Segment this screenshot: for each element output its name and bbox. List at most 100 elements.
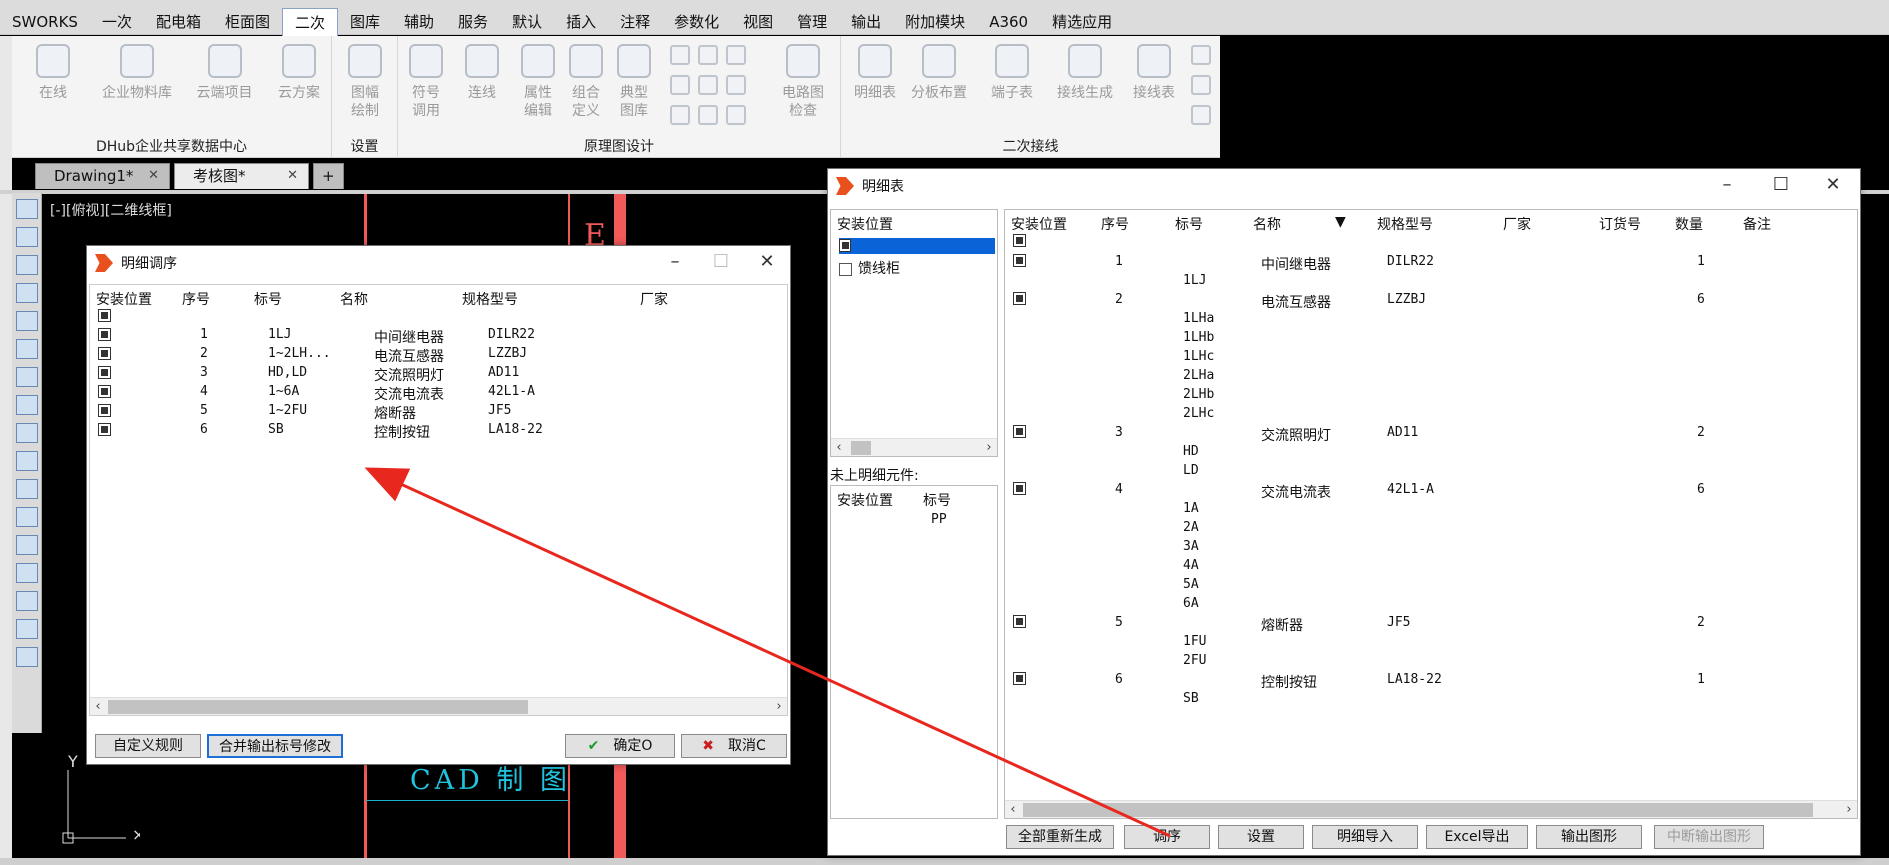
panel-layout-button[interactable]: 分板布置 [903, 44, 975, 102]
tool-icon[interactable] [15, 563, 38, 583]
menu-item-17[interactable]: 精选应用 [1040, 8, 1124, 36]
tool-icon[interactable] [1191, 75, 1211, 95]
circuit-check-button[interactable]: 电路图 检查 [770, 44, 836, 120]
tool-icon[interactable] [15, 227, 38, 247]
tool-icon[interactable] [15, 647, 38, 667]
horizontal-scrollbar[interactable]: ‹ › [90, 697, 787, 715]
minimize-button[interactable]: – [1704, 169, 1750, 201]
order-col-header[interactable]: 厂家 [640, 289, 668, 309]
table-row[interactable]: 1 中间继电器 DILR22 1 1LJ [1005, 254, 1855, 292]
detail-col-header[interactable]: 数量 [1675, 214, 1703, 234]
table-row[interactable]: 6 控制按钮 LA18-22 1 SB [1005, 672, 1855, 710]
detail-col-header[interactable]: 序号 [1101, 214, 1129, 234]
menu-item-16[interactable]: A360 [977, 8, 1040, 36]
scroll-left-icon[interactable]: ‹ [1005, 801, 1021, 819]
horizontal-scrollbar[interactable]: ‹ › [831, 438, 997, 456]
table-row[interactable]: 3 交流照明灯 AD11 2 HD LD [1005, 425, 1855, 482]
merge-output-button[interactable]: 合并输出标号修改 [207, 734, 343, 758]
menu-item-11[interactable]: 参数化 [662, 8, 731, 36]
menu-item-10[interactable]: 注释 [608, 8, 662, 36]
tool-icon[interactable] [698, 75, 718, 95]
detail-col-header[interactable]: 订货号 [1599, 214, 1641, 234]
detail-action-button-1[interactable]: 调序 [1124, 825, 1210, 849]
cloud-scheme-button[interactable]: 云方案 [264, 44, 334, 102]
order-col-header[interactable]: 安装位置 [96, 289, 152, 309]
new-tab-button[interactable]: + [313, 163, 344, 189]
tool-icon[interactable] [15, 311, 38, 331]
wiring-generate-button[interactable]: 接线生成 [1049, 44, 1121, 102]
tool-icon[interactable] [15, 283, 38, 303]
frame-draw-button[interactable]: 图幅 绘制 [332, 44, 398, 120]
scroll-right-icon[interactable]: › [771, 698, 787, 716]
tool-icon[interactable] [698, 45, 718, 65]
tool-icon[interactable] [726, 105, 746, 125]
scroll-left-icon[interactable]: ‹ [90, 698, 106, 716]
tool-icon[interactable] [15, 255, 38, 275]
tool-icon[interactable] [15, 339, 38, 359]
detail-action-button-0[interactable]: 全部重新生成 [1006, 825, 1114, 849]
scroll-thumb[interactable] [1023, 803, 1813, 817]
scroll-thumb[interactable] [108, 700, 528, 714]
table-row[interactable]: 1 1LJ 中间继电器 DILR22 [90, 327, 780, 346]
cloud-project-button[interactable]: 云端项目 [182, 44, 267, 102]
tab-exam-drawing[interactable]: 考核图* ✕ [174, 163, 309, 189]
horizontal-scrollbar[interactable]: ‹ › [1005, 800, 1857, 818]
sort-descending-icon[interactable]: ▼ [1335, 214, 1346, 230]
scroll-right-icon[interactable]: › [1841, 801, 1857, 819]
order-col-header[interactable]: 标号 [254, 289, 282, 309]
tree-item-feeder[interactable]: 馈线柜 [839, 258, 900, 278]
detail-action-button-5[interactable]: 输出图形 [1536, 825, 1642, 849]
menu-item-15[interactable]: 附加模块 [893, 8, 977, 36]
menu-item-7[interactable]: 服务 [446, 8, 500, 36]
table-row[interactable]: 5 1~2FU 熔断器 JF5 [90, 403, 780, 422]
menu-item-12[interactable]: 视图 [731, 8, 785, 36]
tool-icon[interactable] [15, 451, 38, 471]
tool-icon[interactable] [15, 423, 38, 443]
tool-icon[interactable] [1191, 45, 1211, 65]
tool-icon[interactable] [698, 105, 718, 125]
tool-icon[interactable] [15, 479, 38, 499]
detail-action-button-3[interactable]: 明细导入 [1312, 825, 1418, 849]
detail-col-header[interactable]: 标号 [1175, 214, 1203, 234]
tool-icon[interactable] [670, 105, 690, 125]
checkbox[interactable] [839, 263, 852, 276]
online-button[interactable]: 在线 [18, 44, 88, 102]
close-button[interactable]: ✕ [1810, 169, 1856, 201]
table-row[interactable]: 2 1~2LH... 电流互感器 LZZBJ [90, 346, 780, 365]
detail-col-header[interactable]: 规格型号 [1377, 214, 1433, 234]
table-row[interactable]: 4 1~6A 交流电流表 42L1-A [90, 384, 780, 403]
menu-item-13[interactable]: 管理 [785, 8, 839, 36]
detail-action-button-4[interactable]: Excel导出 [1426, 825, 1528, 849]
tool-icon[interactable] [15, 507, 38, 527]
menu-item-1[interactable]: 一次 [90, 8, 144, 36]
menu-item-9[interactable]: 插入 [554, 8, 608, 36]
close-icon[interactable]: ✕ [287, 164, 298, 188]
detail-table-button[interactable]: 明细表 [845, 44, 905, 102]
order-col-header[interactable]: 序号 [182, 289, 210, 309]
menu-item-0[interactable]: SWORKS [0, 8, 90, 36]
tool-icon[interactable] [15, 591, 38, 611]
custom-rule-button[interactable]: 自定义规则 [95, 734, 201, 758]
cancel-button[interactable]: ✖ 取消C [681, 734, 787, 758]
menu-item-8[interactable]: 默认 [500, 8, 554, 36]
close-button[interactable]: ✕ [744, 246, 790, 278]
menu-item-5[interactable]: 图库 [338, 8, 392, 36]
maximize-button[interactable]: ☐ [1758, 169, 1804, 201]
ok-button[interactable]: ✔ 确定O [565, 734, 675, 758]
typical-library-button[interactable]: 典型 图库 [606, 44, 662, 120]
tool-icon[interactable] [15, 535, 38, 555]
unlisted-tag[interactable]: PP [931, 512, 947, 527]
menu-item-6[interactable]: 辅助 [392, 8, 446, 36]
menu-item-14[interactable]: 输出 [839, 8, 893, 36]
tool-icon[interactable] [1191, 105, 1211, 125]
terminal-table-button[interactable]: 端子表 [979, 44, 1045, 102]
tool-icon[interactable] [15, 199, 38, 219]
tab-drawing1[interactable]: Drawing1* ✕ [35, 163, 170, 189]
minimize-button[interactable]: – [652, 246, 698, 278]
symbol-call-button[interactable]: 符号 调用 [398, 44, 454, 120]
scroll-left-icon[interactable]: ‹ [831, 439, 847, 457]
tool-icon[interactable] [15, 619, 38, 639]
detail-col-header[interactable]: 厂家 [1503, 214, 1531, 234]
enterprise-library-button[interactable]: 企业物料库 [92, 44, 182, 102]
detail-action-button-2[interactable]: 设置 [1218, 825, 1304, 849]
